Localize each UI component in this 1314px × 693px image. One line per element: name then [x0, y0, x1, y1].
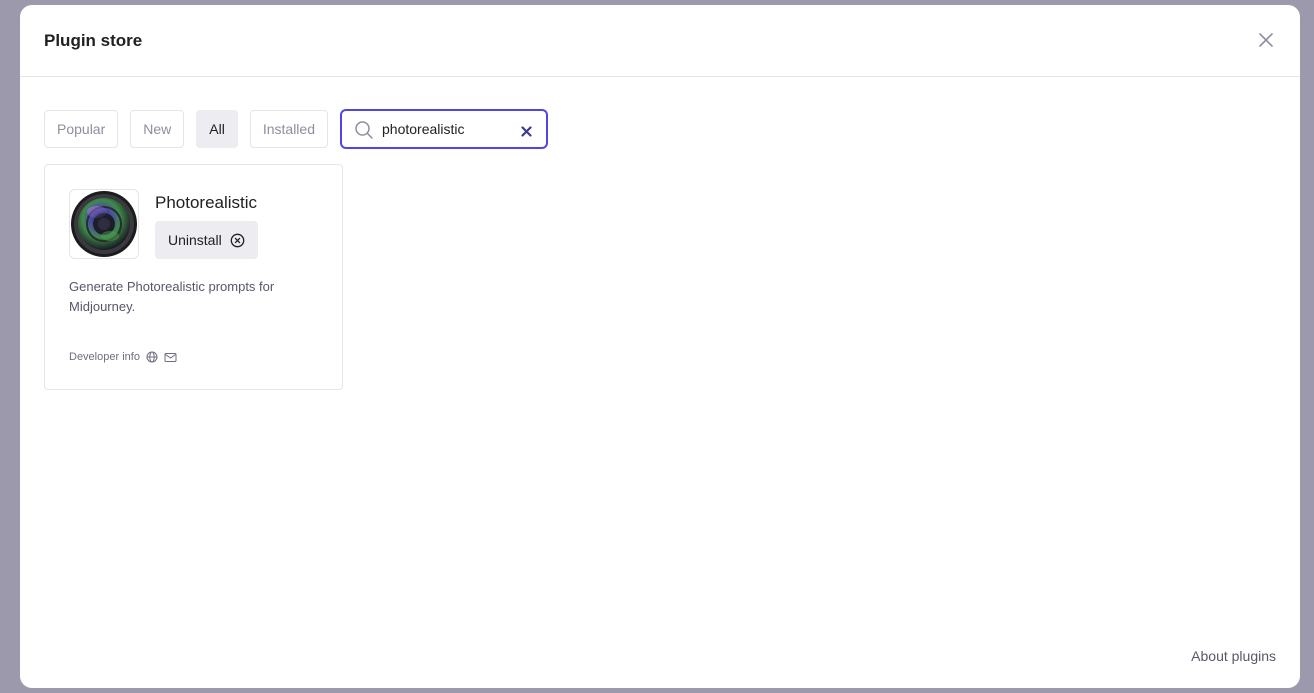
search-input[interactable]	[382, 119, 512, 139]
search-box	[340, 109, 548, 149]
about-plugins-link[interactable]: About plugins	[1191, 648, 1276, 664]
developer-info: Developer info	[69, 351, 177, 363]
mail-icon[interactable]	[164, 352, 177, 363]
plugin-store-modal: Plugin store Popular New All Installed p…	[20, 5, 1300, 688]
modal-header: Plugin store	[20, 5, 1300, 77]
clear-icon	[521, 126, 532, 137]
plugin-name: Photorealistic	[155, 193, 258, 212]
plugin-card: Photorealistic Uninstall Generate Photor…	[44, 164, 343, 390]
search-icon	[354, 120, 374, 145]
filter-new[interactable]: New	[130, 110, 185, 148]
filter-popular[interactable]: Popular	[44, 110, 119, 148]
plugin-logo	[69, 189, 139, 259]
uninstall-button[interactable]: Uninstall	[155, 221, 258, 259]
close-icon	[1259, 33, 1273, 47]
clear-search-button[interactable]	[521, 124, 532, 142]
globe-icon[interactable]	[146, 351, 158, 363]
circle-x-icon	[230, 233, 245, 247]
close-button[interactable]	[1258, 32, 1274, 48]
filter-bar: Popular New All Installed	[44, 109, 548, 149]
filter-installed[interactable]: Installed	[249, 110, 328, 148]
developer-info-label: Developer info	[69, 351, 140, 363]
camera-lens-logo	[71, 191, 137, 257]
modal-title: Plugin store	[44, 31, 143, 50]
plugin-description: Generate Photorealistic prompts for Midj…	[69, 279, 275, 314]
filter-all[interactable]: All	[196, 110, 238, 148]
uninstall-label: Uninstall	[168, 232, 222, 248]
